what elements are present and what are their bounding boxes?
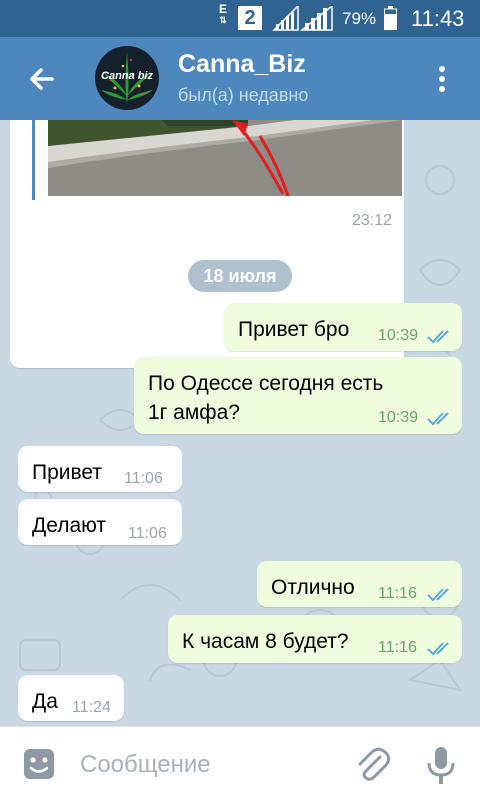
incoming-message[interactable]: Делают 11:06 xyxy=(18,499,182,545)
message-text: Привет xyxy=(32,461,103,484)
message-time: 10:39 xyxy=(378,409,419,426)
paperclip-icon[interactable] xyxy=(352,745,392,785)
outgoing-message[interactable]: По Одессе сегодня есть 1г амфа? 10:39 xyxy=(134,357,462,434)
outgoing-message[interactable]: Отлично 11:16 xyxy=(257,561,462,607)
read-checks-icon xyxy=(427,330,449,344)
signal-strength-icon xyxy=(272,6,333,31)
message-text: По Одессе сегодня есть 1г амфа? xyxy=(148,372,384,424)
date-separator: 18 июля xyxy=(188,260,292,292)
battery-percent: 79% xyxy=(342,9,377,28)
message-input[interactable]: Сообщение xyxy=(80,751,211,779)
message-text: К часам 8 будет? xyxy=(182,630,349,653)
read-checks-icon xyxy=(427,642,449,656)
outgoing-message[interactable]: Привет бро 10:39 xyxy=(224,303,462,351)
message-time: 11:24 xyxy=(72,699,111,716)
outgoing-message[interactable]: К часам 8 будет? 11:16 xyxy=(168,615,462,663)
message-time: 10:39 xyxy=(378,327,419,344)
message-text: Привет бро xyxy=(238,318,350,341)
photo-thumbnail[interactable] xyxy=(48,120,402,196)
avatar-text: Canna biz xyxy=(101,70,153,82)
message-text: Делают xyxy=(32,514,107,537)
chat-title[interactable]: Canna_Biz xyxy=(178,50,306,79)
message-composer: Сообщение xyxy=(0,726,480,801)
sim-slot-icon: 2 xyxy=(238,6,262,30)
back-arrow-icon[interactable] xyxy=(22,59,62,99)
message-time: 23:12 xyxy=(351,212,392,229)
forward-bar xyxy=(32,120,35,200)
network-type-indicator: E ⇅ xyxy=(219,2,228,25)
message-time: 11:16 xyxy=(378,639,417,656)
avatar[interactable]: Canna biz xyxy=(95,46,159,110)
incoming-message[interactable]: Да 11:24 xyxy=(18,675,124,721)
message-time: 11:06 xyxy=(128,525,167,542)
message-time: 11:06 xyxy=(124,470,163,487)
status-bar: E ⇅ 2 79% 11:43 xyxy=(0,0,480,37)
read-checks-icon xyxy=(427,412,449,426)
chat-last-seen: был(а) недавно xyxy=(178,85,309,105)
battery-icon xyxy=(384,6,397,30)
read-checks-icon xyxy=(427,588,449,602)
message-time: 11:16 xyxy=(378,585,417,602)
status-time: 11:43 xyxy=(411,6,465,31)
chat-header: Canna biz Canna_Biz был(а) недавно xyxy=(0,37,480,120)
incoming-message[interactable]: Привет 11:06 xyxy=(18,446,182,492)
microphone-icon[interactable] xyxy=(424,745,458,787)
more-vert-icon[interactable] xyxy=(432,61,452,97)
message-list[interactable]: 23:12 18 июля Привет бро 10:39 По Одессе… xyxy=(0,120,480,726)
emoji-icon[interactable] xyxy=(22,747,56,781)
message-text: Да xyxy=(32,690,58,713)
message-text: Отлично xyxy=(271,576,355,599)
